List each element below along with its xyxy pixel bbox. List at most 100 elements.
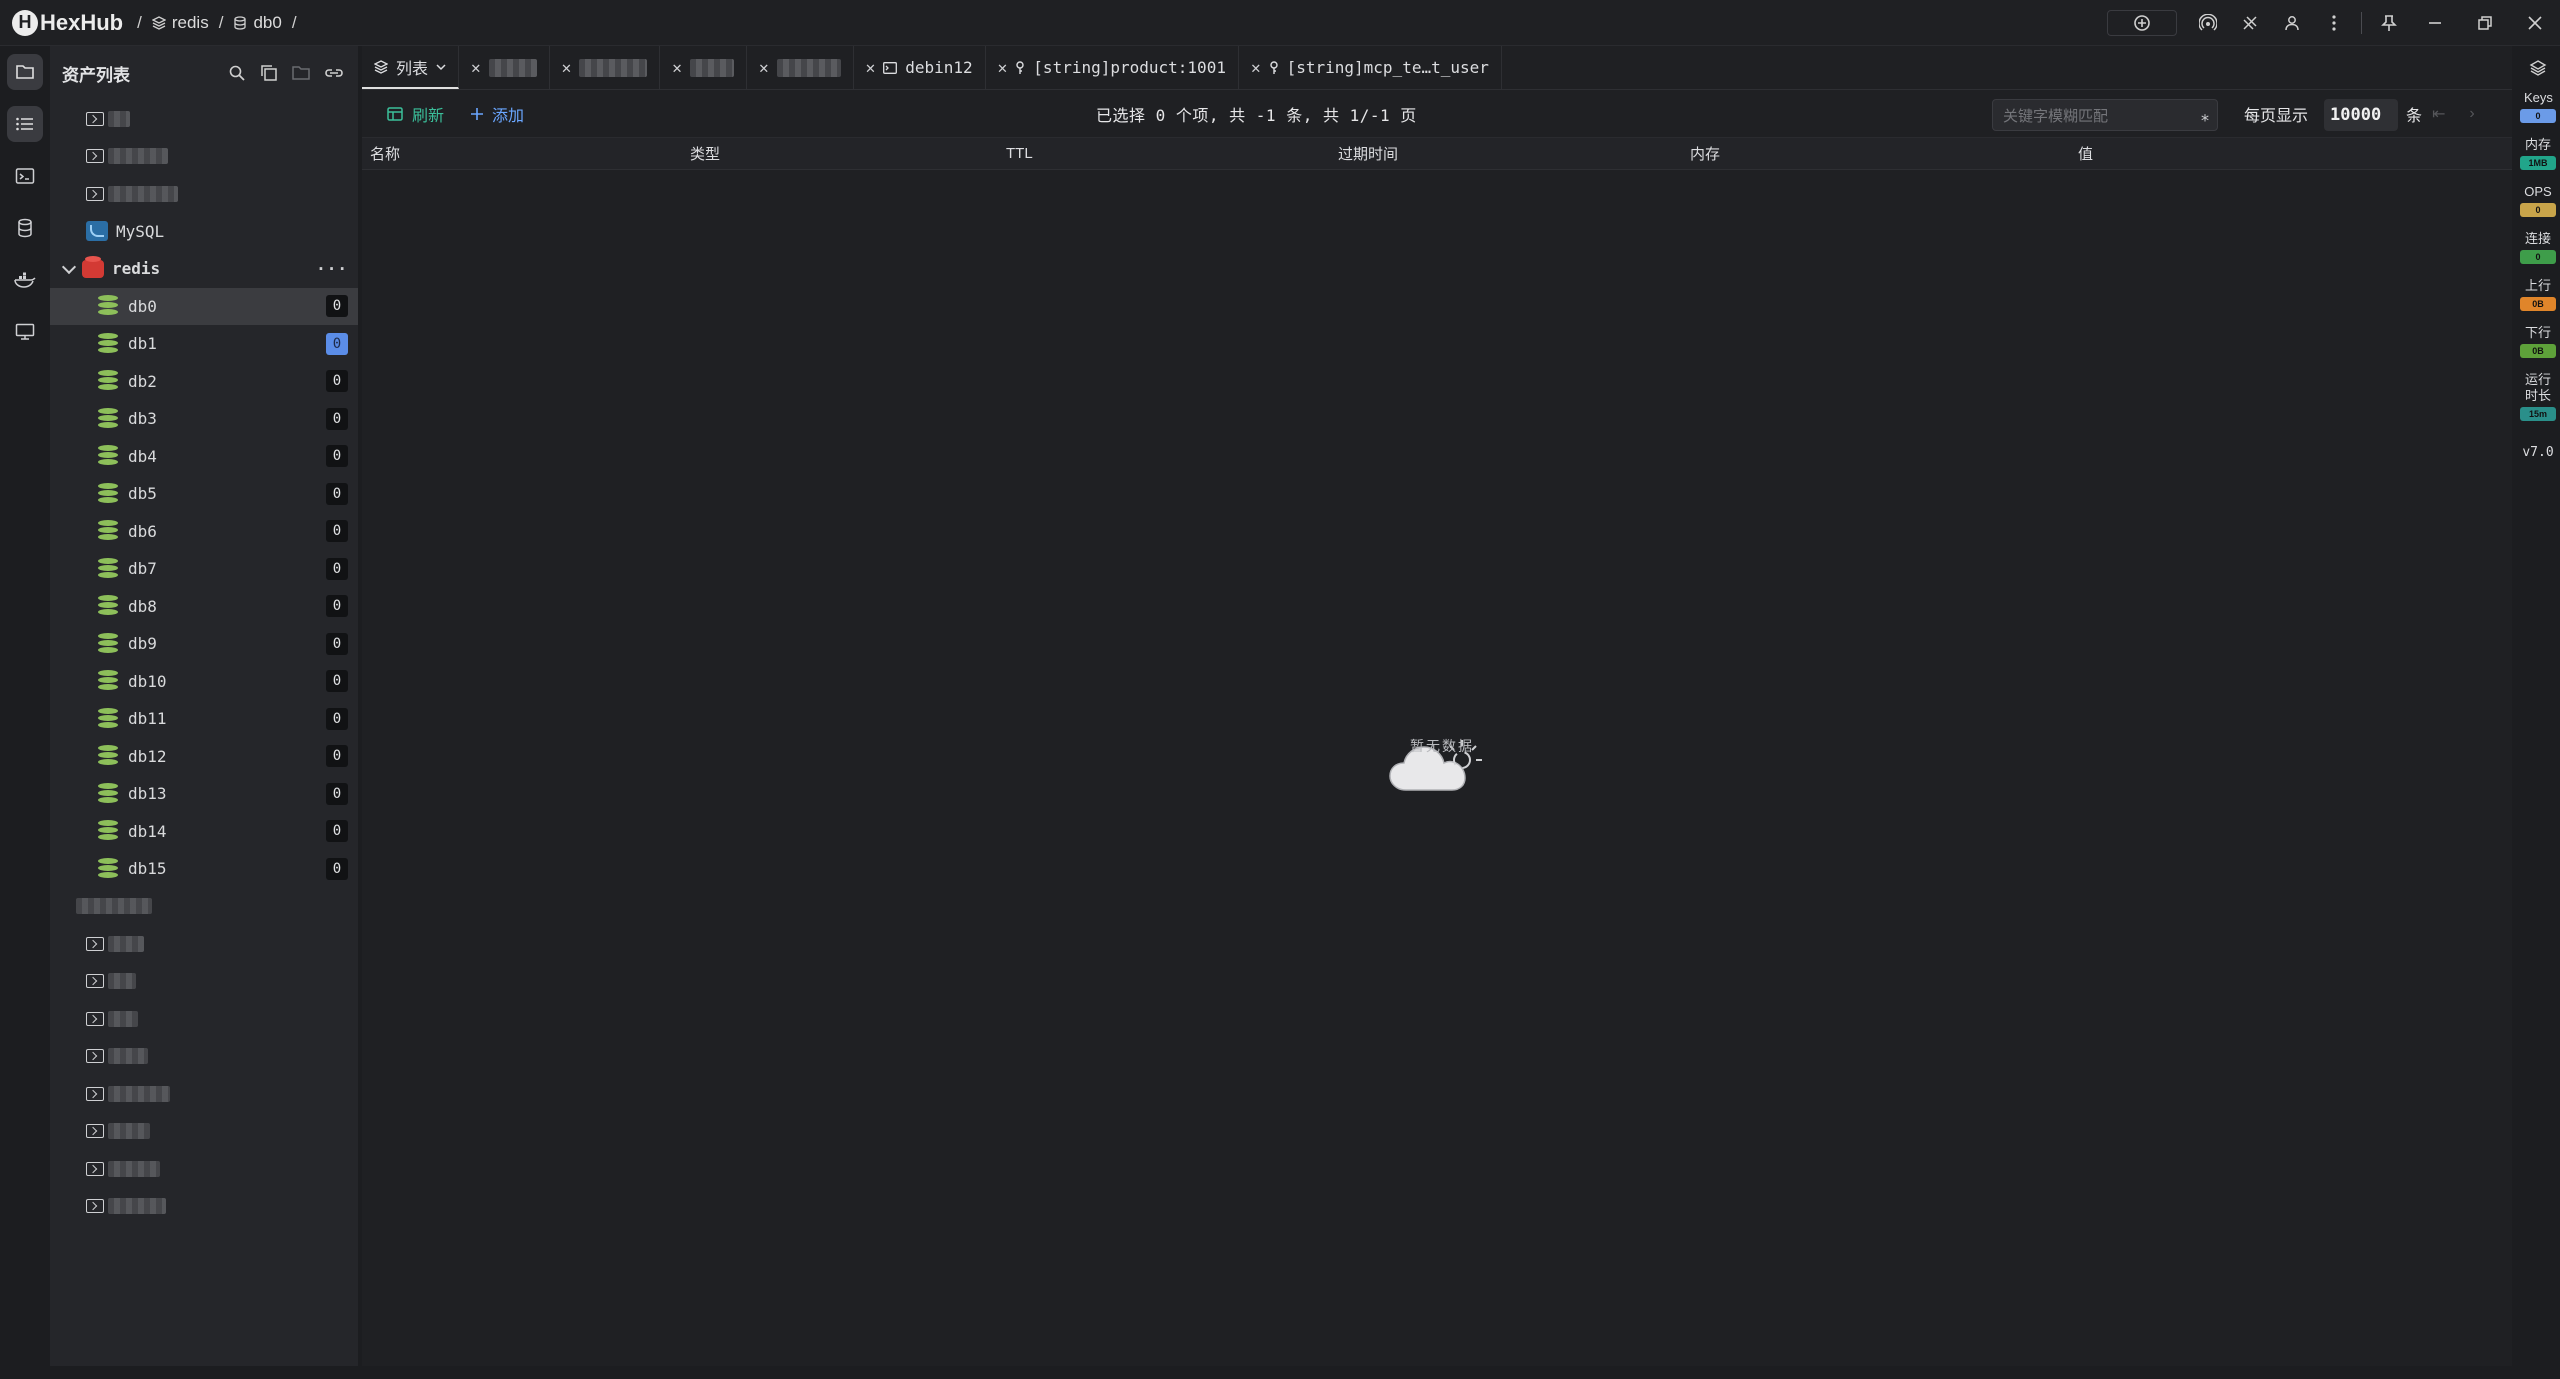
column-header-name[interactable]: 名称 [370, 143, 400, 164]
layers-icon [374, 59, 388, 74]
theme-button[interactable] [2229, 0, 2271, 46]
layers-icon [151, 15, 166, 30]
tab-blurred-4[interactable]: ✕ [747, 46, 854, 89]
stats-layers-button[interactable] [2516, 46, 2560, 90]
tree-item-terminal-10[interactable] [50, 1113, 358, 1151]
tree-item-terminal-9[interactable] [50, 1075, 358, 1113]
tree-item-db8[interactable]: db8 0 [50, 588, 358, 626]
database-icon [98, 407, 118, 430]
list-icon [16, 117, 33, 131]
tree-item-db9[interactable]: db9 0 [50, 625, 358, 663]
close-tab-icon[interactable]: ✕ [471, 58, 481, 77]
stat-item: OPS 0 [2516, 184, 2560, 217]
tree-item-terminal-5[interactable] [50, 925, 358, 963]
tree-item-db13[interactable]: db13 0 [50, 775, 358, 813]
close-tab-icon[interactable]: ✕ [759, 58, 769, 77]
plus-circle-icon [2134, 15, 2150, 31]
tree-item-db11[interactable]: db11 0 [50, 700, 358, 738]
close-window-button[interactable] [2510, 0, 2560, 46]
tree-item-db5[interactable]: db5 0 [50, 475, 358, 513]
rail-assets-button[interactable] [7, 54, 43, 90]
tree-item-db0[interactable]: db0 0 [50, 287, 358, 325]
column-header-value[interactable]: 值 [2078, 143, 2093, 164]
terminal-icon [86, 1161, 104, 1176]
tree-item-db14[interactable]: db14 0 [50, 813, 358, 851]
stat-label: 连接 [2524, 231, 2551, 246]
tree-item-redis[interactable]: redis ··· [50, 250, 358, 288]
close-tab-icon[interactable]: ✕ [1251, 58, 1261, 77]
more-horizontal-icon[interactable]: ··· [316, 259, 348, 278]
rail-database-button[interactable] [7, 210, 43, 246]
refresh-button[interactable]: 刷新 [386, 102, 444, 126]
rail-remote-desktop-button[interactable] [7, 314, 43, 350]
stat-label: 内存 [2524, 137, 2551, 152]
rail-docker-button[interactable] [7, 262, 43, 298]
tab-debin12[interactable]: ✕ debin12 [854, 46, 986, 89]
rail-list-button[interactable] [7, 106, 43, 142]
tab-list[interactable]: 列表 [362, 46, 460, 89]
tree-item-db3[interactable]: db3 0 [50, 400, 358, 438]
pin-button[interactable] [2368, 0, 2410, 46]
tab-blurred-1[interactable]: ✕ [459, 46, 550, 89]
link-icon[interactable] [324, 64, 344, 82]
column-header-type[interactable]: 类型 [690, 143, 720, 164]
broadcast-button[interactable] [2187, 0, 2229, 46]
tree-item-mysql[interactable]: MySQL [50, 213, 358, 251]
tree-item-db7[interactable]: db7 0 [50, 550, 358, 588]
key-search-input[interactable]: 关键字模糊匹配 ⁎ [1992, 99, 2218, 131]
add-key-button[interactable]: 添加 [470, 102, 524, 126]
tree-item-terminal-11[interactable] [50, 1150, 358, 1188]
minimize-button[interactable] [2410, 0, 2460, 46]
tab-blurred-3[interactable]: ✕ [660, 46, 747, 89]
stat-value-badge: 0 [2520, 109, 2556, 123]
tree-item-terminal-3[interactable] [50, 175, 358, 213]
restore-button[interactable] [2460, 0, 2510, 46]
column-header-ttl[interactable]: TTL [1006, 145, 1033, 162]
key-count-badge: 0 [326, 595, 348, 618]
breadcrumb-item-redis[interactable]: redis [151, 13, 209, 33]
new-folder-icon[interactable] [292, 64, 310, 82]
tree-item-db10[interactable]: db10 0 [50, 663, 358, 701]
close-tab-icon[interactable]: ✕ [562, 58, 572, 77]
asset-sidebar: 资产列表 MySQL redis ··· db0 0 db1 0 db2 0 d… [50, 46, 358, 1366]
close-tab-icon[interactable]: ✕ [866, 58, 876, 77]
stat-value-badge: 0 [2520, 250, 2556, 264]
tab-product-1001[interactable]: ✕ [string]product:1001 [986, 46, 1239, 89]
tree-item-db12[interactable]: db12 0 [50, 738, 358, 776]
user-button[interactable] [2271, 0, 2313, 46]
tree-item-db4[interactable]: db4 0 [50, 438, 358, 476]
close-tab-icon[interactable]: ✕ [998, 58, 1008, 77]
tree-item-db2[interactable]: db2 0 [50, 363, 358, 401]
tree-item-db6[interactable]: db6 0 [50, 513, 358, 551]
more-menu-button[interactable] [2313, 0, 2355, 46]
column-header-expire[interactable]: 过期时间 [1338, 143, 1398, 164]
next-page-icon[interactable]: › [2469, 105, 2474, 123]
breadcrumb-item-db0[interactable]: db0 [233, 13, 282, 33]
layers-icon [2529, 60, 2547, 76]
column-header-memory[interactable]: 内存 [1690, 143, 1720, 164]
chevron-down-icon[interactable] [61, 259, 77, 274]
page-size-label: 每页显示 [2244, 108, 2309, 125]
tree-item-db1[interactable]: db1 0 [50, 325, 358, 363]
tree-item-terminal-12[interactable] [50, 1188, 358, 1226]
tree-item-terminal-2[interactable] [50, 138, 358, 176]
copy-icon[interactable] [260, 64, 278, 82]
tree-item-terminal-7[interactable] [50, 1000, 358, 1038]
tab-blurred-2[interactable]: ✕ [550, 46, 661, 89]
tree-item-terminal-4[interactable] [50, 888, 358, 926]
key-count-badge: 0 [326, 745, 348, 768]
tab-mcp-test-user[interactable]: ✕ [string]mcp_te…t_user [1239, 46, 1502, 89]
fuzzy-match-icon[interactable]: ⁎ [2201, 106, 2209, 126]
tree-item-terminal-8[interactable] [50, 1038, 358, 1076]
tree-item-terminal-1[interactable] [50, 100, 358, 138]
first-page-icon[interactable]: ⇤ [2432, 104, 2445, 124]
tree-item-label: db2 [128, 371, 157, 391]
tree-item-terminal-6[interactable] [50, 963, 358, 1001]
tree-item-db15[interactable]: db15 0 [50, 850, 358, 888]
tree-item-label: db8 [128, 596, 157, 616]
page-size-input[interactable]: 10000 [2324, 99, 2398, 131]
search-icon[interactable] [228, 64, 246, 82]
rail-terminal-button[interactable] [7, 158, 43, 194]
close-tab-icon[interactable]: ✕ [672, 58, 682, 77]
new-session-button[interactable] [2107, 10, 2177, 36]
